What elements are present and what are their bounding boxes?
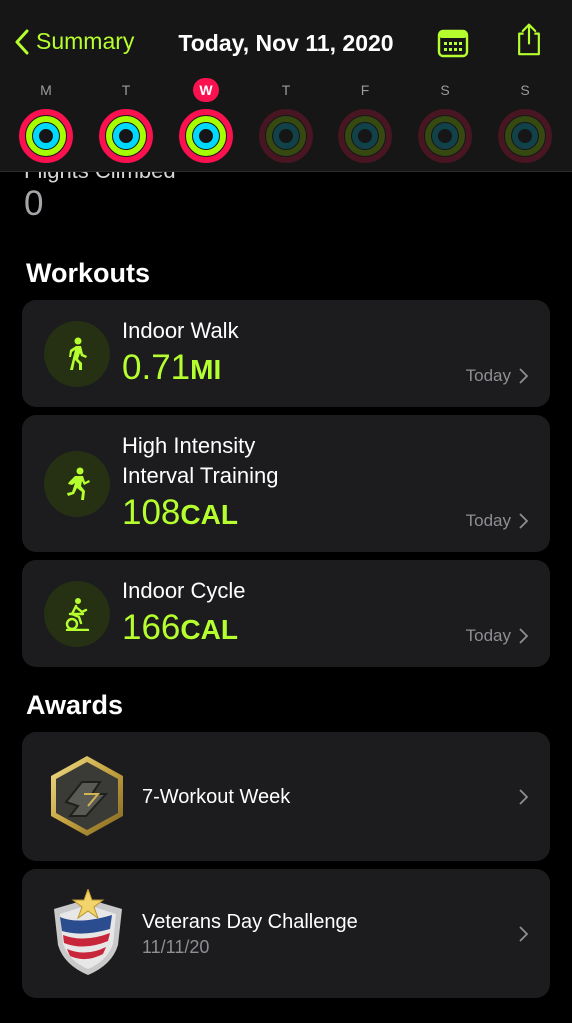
activity-rings-icon [498,109,552,163]
activity-rings-icon [19,109,73,163]
award-card-veterans-day[interactable]: Veterans Day Challenge 11/11/20 [22,869,550,998]
workout-date: Today [466,626,528,646]
day-letter: W [193,78,219,102]
award-name: Veterans Day Challenge [142,911,358,933]
workout-date: Today [466,511,528,531]
day-letter: T [281,82,291,98]
workout-value: 0.71MI [122,348,222,387]
workout-card-indoor-walk[interactable]: Indoor Walk 0.71MI Today [22,300,550,407]
day-letter: F [360,82,370,98]
chevron-right-icon [519,513,528,529]
day-letter: M [40,82,52,98]
award-name: 7-Workout Week [142,786,291,808]
walk-icon [44,321,110,387]
workout-name: High Intensity Interval Training [122,433,279,488]
workout-card-indoor-cycle[interactable]: Indoor Cycle 166CAL Today [22,560,550,667]
day-2[interactable]: W [176,78,236,163]
workout-name: Indoor Walk [122,318,239,343]
workouts-title: Workouts [26,258,151,288]
cycle-icon [44,581,110,647]
chevron-right-icon [519,368,528,384]
week-strip: MTWTFSS [0,78,572,168]
activity-rings-icon [338,109,392,163]
activity-rings-icon [179,109,233,163]
chevron-right-icon [519,926,528,942]
activity-rings-icon [418,109,472,163]
award-date: 11/11/20 [142,937,210,957]
day-3[interactable]: T [256,78,316,163]
award-card-7-workout-week[interactable]: 7-Workout Week [22,732,550,861]
day-1[interactable]: T [96,78,156,163]
chevron-right-icon [519,789,528,805]
day-letter: T [121,82,131,98]
day-0[interactable]: M [16,78,76,163]
flights-climbed-value: 0 [24,184,44,223]
day-6[interactable]: S [495,78,555,163]
day-5[interactable]: S [415,78,475,163]
activity-rings-icon [259,109,313,163]
day-4[interactable]: F [335,78,395,163]
shield-award-icon [54,889,122,975]
activity-rings-icon [99,109,153,163]
hiit-icon [44,451,110,517]
hexagon-award-icon [51,756,123,836]
activity-header: Summary Today, Nov 11, 2020 MTWTFSS [0,0,572,172]
workout-value: 108CAL [122,493,238,532]
workout-name: Indoor Cycle [122,578,246,603]
workout-value: 166CAL [122,608,238,647]
workout-date: Today [466,366,528,386]
share-icon[interactable] [512,22,546,56]
chevron-right-icon [519,628,528,644]
calendar-icon[interactable] [436,26,470,60]
awards-title: Awards [26,690,124,720]
workout-card-hiit[interactable]: High Intensity Interval Training 108CAL … [22,415,550,552]
day-letter: S [520,82,530,98]
day-letter: S [440,82,450,98]
page-title: Today, Nov 11, 2020 [178,30,394,56]
